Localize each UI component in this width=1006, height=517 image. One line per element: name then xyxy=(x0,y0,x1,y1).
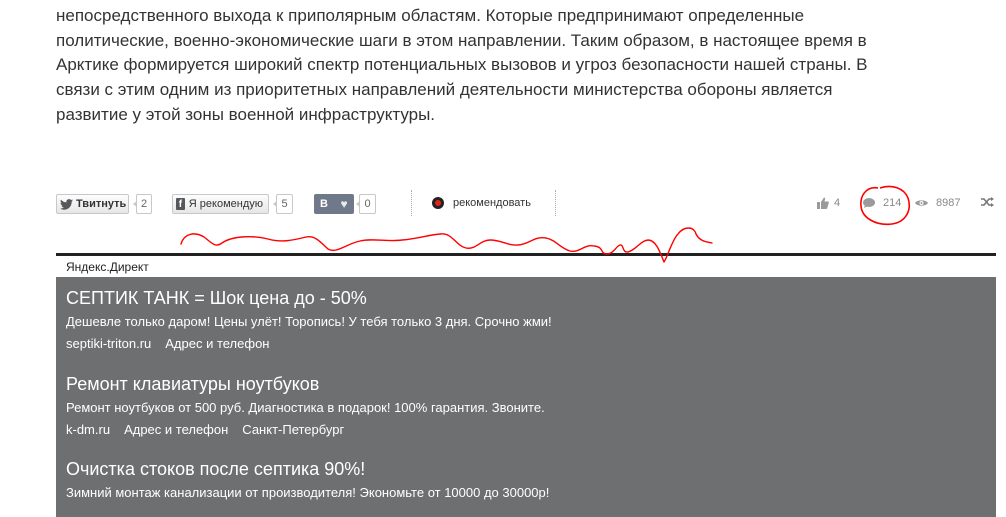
recommend-label: рекомендовать xyxy=(453,197,531,209)
facebook-recommend-button[interactable]: f Я рекомендую xyxy=(172,194,269,214)
likes-stat[interactable]: 4 xyxy=(817,197,840,209)
shuffle-button[interactable] xyxy=(981,197,994,207)
ad-contacts-link[interactable]: Адрес и телефон xyxy=(165,335,269,353)
ad-domain-link[interactable]: k-dm.ru xyxy=(66,421,110,439)
ad-text: Дешевле только даром! Цены улёт! Торопис… xyxy=(66,314,552,329)
article-line: связи с этим одним из приоритетных напра… xyxy=(56,80,833,100)
ad-item: СЕПТИК ТАНК = Шок цена до - 50% Дешевле … xyxy=(66,287,552,353)
ad-contacts-link[interactable]: Адрес и телефон xyxy=(124,421,228,439)
article-line: Арктике формируется широкий спектр потен… xyxy=(56,55,868,75)
ad-title-link[interactable]: Ремонт клавиатуры ноутбуков xyxy=(66,373,545,395)
ad-title-link[interactable]: СЕПТИК ТАНК = Шок цена до - 50% xyxy=(66,287,552,309)
facebook-count: 5 xyxy=(273,194,293,214)
ads-block: СЕПТИК ТАНК = Шок цена до - 50% Дешевле … xyxy=(56,277,996,517)
tweet-label: Твитнуть xyxy=(76,198,127,210)
vk-like-button[interactable]: В ♥ xyxy=(314,194,354,214)
ad-links: k-dm.ru Адрес и телефон Санкт-Петербург xyxy=(66,421,545,439)
ad-item: Очистка стоков после септика 90%! Зимний… xyxy=(66,458,549,502)
recommend-button[interactable]: рекомендовать xyxy=(432,195,531,211)
twitter-bird-icon xyxy=(60,198,73,210)
ad-text: Ремонт ноутбуков от 500 руб. Диагностика… xyxy=(66,400,545,415)
vk-logo-icon: В xyxy=(320,198,328,210)
likes-count: 4 xyxy=(834,197,841,209)
ad-item: Ремонт клавиатуры ноутбуков Ремонт ноутб… xyxy=(66,373,545,439)
views-stat: 8987 xyxy=(915,197,960,209)
separator xyxy=(411,190,412,216)
views-count: 8987 xyxy=(936,197,961,209)
article-line: непосредственного выхода к приполярным о… xyxy=(56,6,805,25)
yandex-direct-label: Яндекс.Директ xyxy=(66,260,149,274)
ad-title-link[interactable]: Очистка стоков после септика 90%! xyxy=(66,458,549,480)
vk-count: 0 xyxy=(356,194,376,214)
ad-links: septiki-triton.ru Адрес и телефон xyxy=(66,335,552,353)
comment-bubble-icon xyxy=(863,198,875,208)
thumbs-up-icon xyxy=(817,197,829,209)
facebook-icon: f xyxy=(176,198,185,210)
separator xyxy=(555,190,556,216)
article-line: политические, военно-экономические шаги … xyxy=(56,30,867,50)
comments-count: 214 xyxy=(883,197,902,209)
tweet-count: 2 xyxy=(133,194,152,214)
section-divider xyxy=(56,253,996,256)
comments-stat[interactable]: 214 xyxy=(863,197,901,209)
article-line: развитие у этой зоны военной инфраструкт… xyxy=(56,104,436,124)
red-scribble-annotation xyxy=(180,227,713,263)
recommend-dot-icon xyxy=(432,197,444,209)
shuffle-icon xyxy=(981,197,994,207)
ad-city-link[interactable]: Санкт-Петербург xyxy=(242,421,344,439)
ad-domain-link[interactable]: septiki-triton.ru xyxy=(66,335,151,353)
article-body: непосредственного выхода к приполярным о… xyxy=(56,4,936,128)
heart-icon: ♥ xyxy=(340,197,348,211)
tweet-button[interactable]: Твитнуть xyxy=(56,194,129,214)
facebook-recommend-label: Я рекомендую xyxy=(188,198,263,210)
eye-icon xyxy=(915,199,928,207)
ad-text: Зимний монтаж канализации от производите… xyxy=(66,485,550,500)
